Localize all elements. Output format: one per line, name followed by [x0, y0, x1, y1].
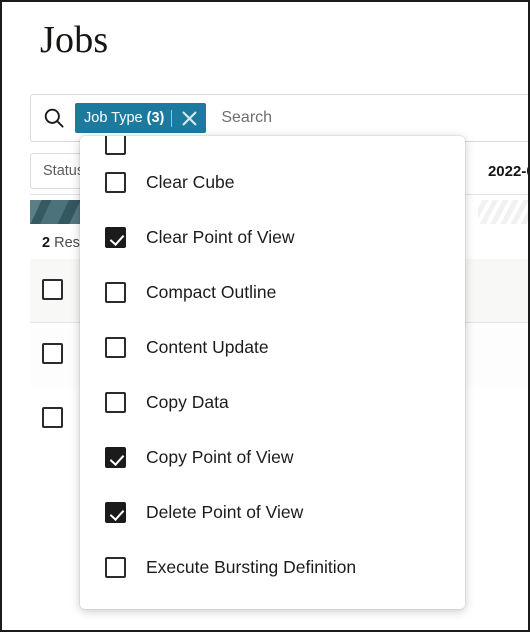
checkbox-unchecked[interactable] [105, 557, 126, 578]
chip-count: (3) [146, 110, 165, 126]
job-type-option[interactable]: Copy Data [80, 375, 465, 430]
page-title: Jobs [40, 19, 109, 61]
checkbox-unchecked[interactable] [105, 136, 126, 155]
job-type-filter-dropdown[interactable]: Clear Cube Clear Point of View Compact Out… [80, 136, 465, 609]
job-type-option-label: Copy Point of View [146, 447, 294, 467]
checkbox-checked[interactable] [105, 502, 126, 523]
results-count: 2 Res [42, 235, 80, 251]
search-bar[interactable]: Job Type (3) [30, 94, 528, 142]
checkbox-unchecked[interactable] [105, 392, 126, 413]
job-type-option-label: Compact Outline [146, 282, 277, 302]
results-count-number: 2 [42, 235, 51, 251]
thumbnail-image-right [478, 200, 528, 224]
job-type-option-label: Content Update [146, 337, 269, 357]
date-range-value: 2022-05- [487, 162, 528, 180]
job-type-option[interactable]: Clear Point of View [80, 210, 465, 265]
checkbox-checked[interactable] [105, 227, 126, 248]
status-filter-label: Status [43, 163, 85, 179]
job-type-option-label: Clear Cube [146, 172, 235, 192]
job-type-filter-chip[interactable]: Job Type (3) [75, 103, 207, 133]
job-type-option-list: Clear Cube Clear Point of View Compact Out… [80, 136, 465, 609]
job-type-option-label: Execute Bursting Definition [146, 557, 357, 577]
job-type-option[interactable]: Compact Outline [80, 265, 465, 320]
checkbox-checked[interactable] [105, 447, 126, 468]
search-input[interactable] [219, 108, 528, 128]
job-type-option[interactable]: Delete Point of View [80, 485, 465, 540]
job-type-filter-chip-label: Job Type (3) [84, 110, 171, 126]
job-type-option[interactable]: Content Update [80, 320, 465, 375]
search-icon[interactable] [41, 105, 67, 131]
checkbox-unchecked[interactable] [105, 172, 126, 193]
checkbox-unchecked[interactable] [105, 282, 126, 303]
close-x-icon[interactable] [172, 103, 206, 133]
checkbox-unchecked[interactable] [105, 337, 126, 358]
job-type-option-label: Delete Point of View [146, 502, 304, 522]
chip-text: Job Type [84, 110, 143, 126]
row-select-checkbox[interactable] [42, 279, 63, 300]
job-type-option[interactable]: Clear Cube [80, 155, 465, 210]
job-type-option-label: Copy Data [146, 392, 229, 412]
row-select-checkbox[interactable] [42, 407, 63, 428]
application-window: Jobs Job Type (3) Search Status 2022- 2 … [0, 0, 530, 632]
job-type-option-label: Clear Point of View [146, 227, 295, 247]
results-count-label: Res [54, 235, 80, 251]
job-type-option[interactable]: Copy Point of View [80, 430, 465, 485]
job-type-option[interactable]: Execute Bursting Definition [80, 540, 465, 595]
job-type-option-partial[interactable] [80, 136, 465, 155]
row-select-checkbox[interactable] [42, 343, 63, 364]
